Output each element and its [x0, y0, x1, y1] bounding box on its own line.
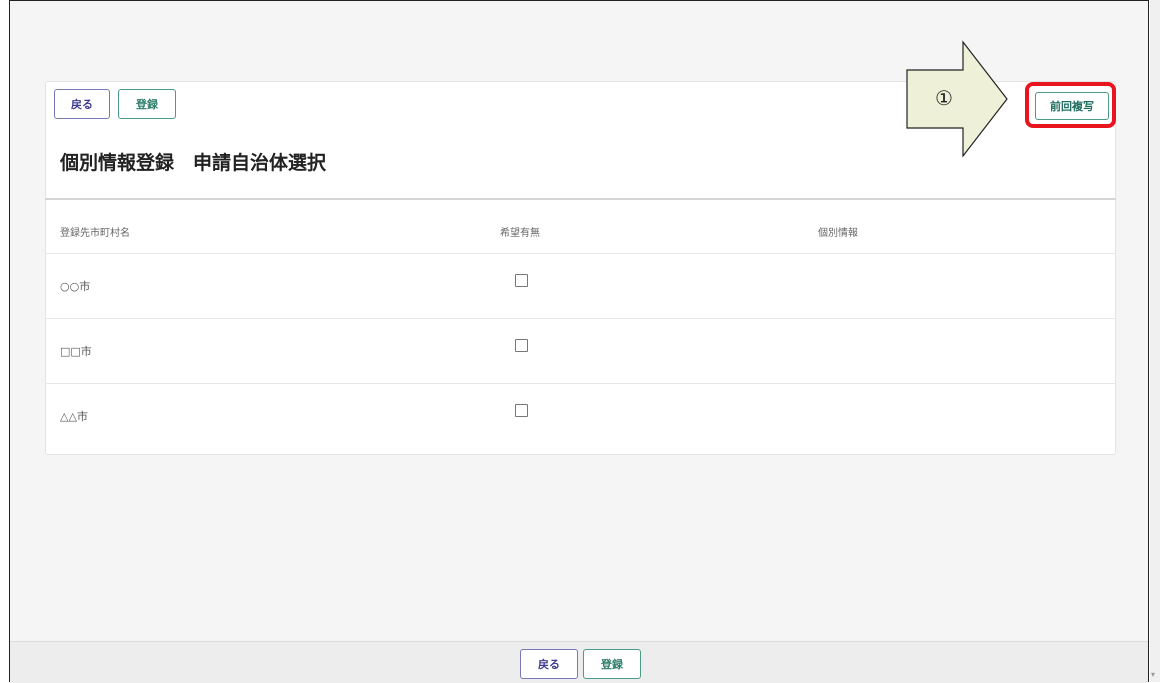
- header-divider: [45, 198, 1116, 200]
- column-header-preference: 希望有無: [500, 228, 540, 239]
- table-row-municipality-1: ○○市: [60, 280, 91, 293]
- preference-checkbox-3[interactable]: [515, 404, 528, 417]
- row-divider: [45, 383, 1116, 384]
- page-title: 個別情報登録 申請自治体選択: [60, 152, 327, 174]
- annotation-marker: ①: [935, 86, 953, 110]
- table-row-municipality-2: □□市: [60, 345, 92, 358]
- column-header-individual-info: 個別情報: [818, 228, 858, 239]
- column-header-municipality: 登録先市町村名: [60, 228, 130, 239]
- back-button[interactable]: 戻る: [54, 89, 110, 119]
- table-row-municipality-3: △△市: [60, 410, 88, 423]
- scroll-down-icon[interactable]: ▾: [1151, 670, 1155, 679]
- footer-back-button[interactable]: 戻る: [520, 649, 578, 679]
- footer-bar: [10, 641, 1148, 683]
- row-divider: [45, 318, 1116, 319]
- register-button[interactable]: 登録: [118, 89, 176, 119]
- row-divider: [45, 253, 1116, 254]
- copy-previous-button[interactable]: 前回複写: [1035, 92, 1109, 120]
- vertical-scrollbar[interactable]: [1150, 0, 1160, 682]
- preference-checkbox-2[interactable]: [515, 339, 528, 352]
- preference-checkbox-1[interactable]: [515, 274, 528, 287]
- footer-register-button[interactable]: 登録: [583, 649, 641, 679]
